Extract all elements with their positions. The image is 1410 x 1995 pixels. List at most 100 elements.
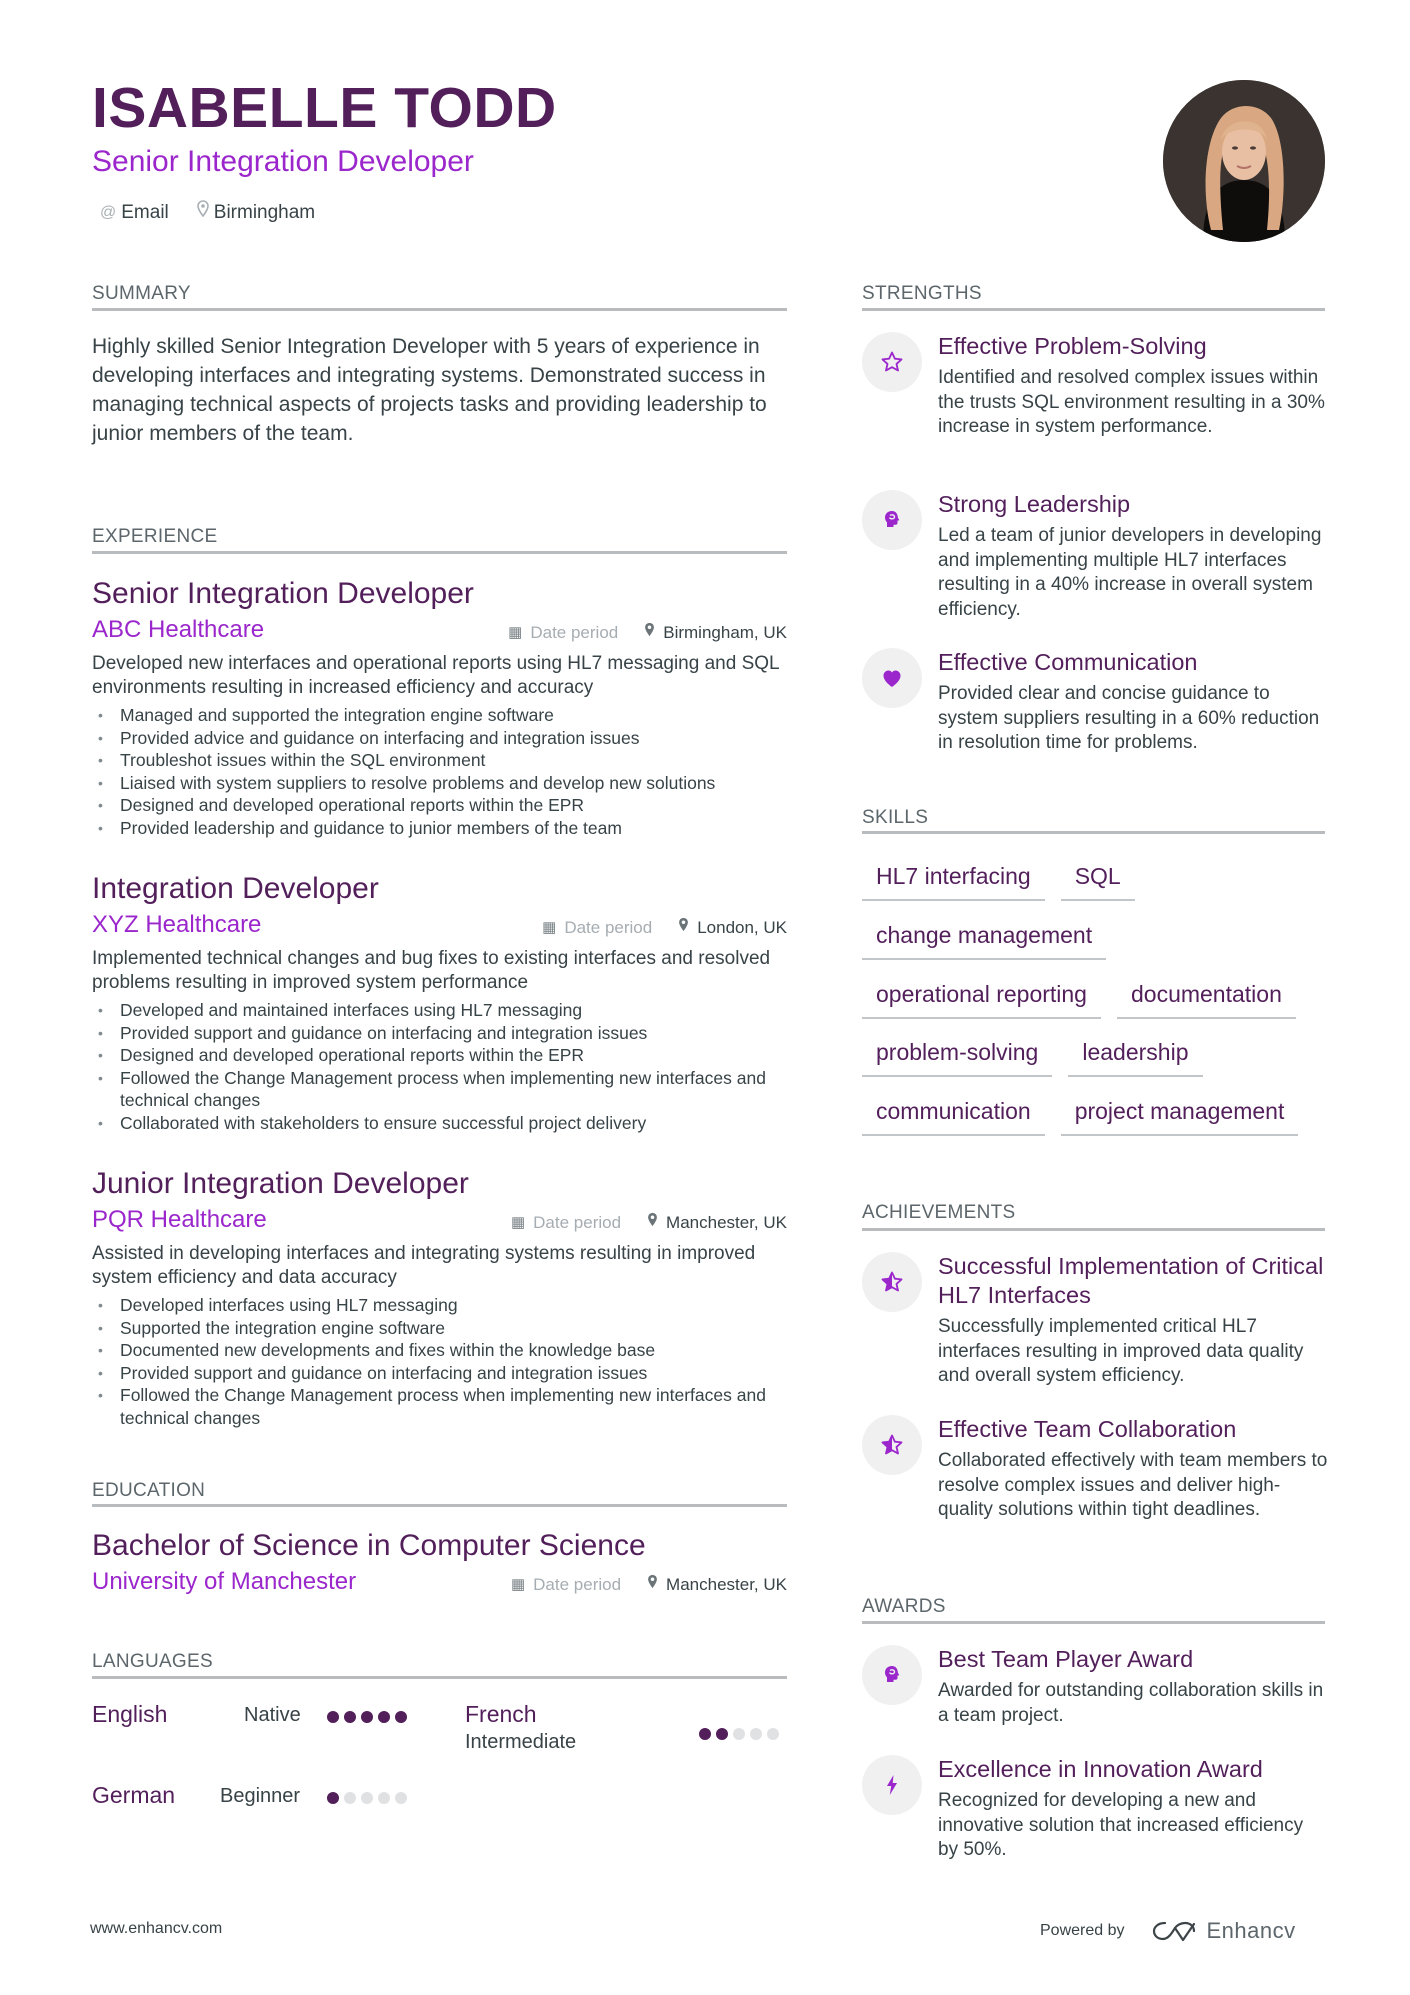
rating-dot-empty	[361, 1792, 373, 1804]
job-bullet: Troubleshot issues within the SQL enviro…	[92, 749, 787, 772]
skill-tag: operational reporting	[862, 980, 1101, 1019]
job-entry: Integration Developer XYZ Healthcare ▦ Da…	[92, 871, 787, 1135]
strength-icon-circle	[862, 332, 922, 392]
job-date-label: Date period	[564, 918, 653, 937]
award-description: Recognized for developing a new and inno…	[938, 1790, 1304, 1860]
job-bullet: Designed and developed operational repor…	[92, 1044, 787, 1067]
enhancv-brand-label: Enhancv	[1206, 1918, 1296, 1943]
job-bullet: Provided support and guidance on interfa…	[92, 1362, 787, 1385]
job-bullet: Provided support and guidance on interfa…	[92, 1022, 787, 1045]
skill-tag: documentation	[1116, 980, 1296, 1019]
strength-title: Strong Leadership	[938, 491, 1131, 517]
enhancv-logo-icon	[1152, 1921, 1195, 1942]
rating-dot-filled	[699, 1728, 711, 1740]
education-date-label: Date period	[533, 1575, 622, 1594]
award-title: Best Team Player Award	[938, 1646, 1194, 1672]
job-title: Junior Integration Developer	[92, 1167, 469, 1200]
contact-row: @ Email Birmingham	[100, 200, 315, 225]
award-icon-circle	[862, 1645, 922, 1705]
degree-title: Bachelor of Science in Computer Science	[92, 1529, 646, 1562]
job-description: Implemented technical changes and bug fi…	[92, 948, 771, 993]
job-date-label: Date period	[530, 623, 619, 642]
job-meta: ▦ Date period Manchester, UK	[511, 1212, 787, 1234]
summary-text: Highly skilled Senior Integration Develo…	[92, 335, 767, 445]
head-brain-icon	[885, 511, 900, 527]
language-name: English	[92, 1701, 168, 1727]
achievement-description: Successfully implemented critical HL7 in…	[938, 1316, 1304, 1386]
skill-tag: SQL	[1060, 862, 1135, 901]
education-heading: EDUCATION	[92, 1480, 206, 1501]
rating-dot-filled	[395, 1711, 407, 1723]
language-name: German	[92, 1782, 176, 1808]
rating-dot-empty	[750, 1728, 762, 1740]
candidate-title: Senior Integration Developer	[92, 145, 474, 178]
skills-row: problem-solving leadership	[862, 1038, 1325, 1077]
job-location: Birmingham, UK	[644, 622, 787, 644]
language-level: Beginner	[220, 1785, 301, 1807]
skills-row: HL7 interfacing SQL	[862, 862, 1325, 901]
award-description: Awarded for outstanding collaboration sk…	[938, 1680, 1324, 1726]
candidate-name: ISABELLE TODD	[92, 76, 557, 140]
education-date: ▦ Date period	[511, 1574, 621, 1596]
achievements-divider	[862, 1228, 1325, 1231]
skill-tag: problem-solving	[862, 1038, 1053, 1077]
education-divider	[92, 1504, 787, 1507]
rating-dot-empty	[767, 1728, 779, 1740]
location-pin-icon	[644, 622, 655, 644]
strength-description: Led a team of junior developers in devel…	[938, 525, 1322, 620]
rating-dot-filled	[361, 1711, 373, 1723]
rating-dot-empty	[378, 1792, 390, 1804]
enhancv-brand[interactable]: Enhancv	[1151, 1918, 1296, 1944]
awards-divider	[862, 1621, 1325, 1624]
company-name: ABC Healthcare	[92, 616, 265, 643]
education-entry: Bachelor of Science in Computer Science …	[92, 1528, 787, 1600]
job-date: ▦ Date period	[508, 622, 618, 644]
contact-email[interactable]: @ Email	[100, 201, 169, 225]
footer-url-link[interactable]: www.enhancv.com	[90, 1920, 222, 1938]
calendar-icon: ▦	[510, 1576, 526, 1593]
job-location: Manchester, UK	[647, 1212, 787, 1234]
job-location-label: London, UK	[697, 918, 787, 937]
job-description: Developed new interfaces and operational…	[92, 653, 779, 698]
job-bullet: Developed and maintained interfaces usin…	[92, 999, 787, 1022]
rating-dot-filled	[344, 1711, 356, 1723]
strength-title: Effective Communication	[938, 649, 1198, 675]
strength-title: Effective Problem-Solving	[938, 333, 1207, 359]
education-location: Manchester, UK	[647, 1574, 787, 1596]
summary-divider	[92, 308, 787, 311]
job-bullet: Liaised with system suppliers to resolve…	[92, 772, 787, 795]
achievement-item: Successful Implementation of Critical HL…	[862, 1252, 1325, 1402]
job-bullet: Supported the integration engine softwar…	[92, 1317, 787, 1340]
strength-item: Strong Leadership Led a team of junior d…	[862, 490, 1325, 620]
location-pin-icon	[196, 200, 209, 225]
skills-heading: SKILLS	[862, 807, 929, 828]
skills-row: communication project management	[862, 1097, 1325, 1136]
skill-tag: HL7 interfacing	[862, 862, 1045, 901]
language-name: French	[465, 1701, 537, 1727]
star-half-icon	[881, 1434, 903, 1455]
job-location-label: Birmingham, UK	[663, 623, 787, 642]
strength-item: Effective Communication Provided clear a…	[862, 648, 1325, 758]
job-entry: Junior Integration Developer PQR Healthc…	[92, 1166, 787, 1430]
award-item: Excellence in Innovation Award Recognize…	[862, 1755, 1325, 1875]
star-half-icon	[881, 1271, 903, 1292]
job-bullet: Collaborated with stakeholders to ensure…	[92, 1112, 787, 1135]
strength-item: Effective Problem-Solving Identified and…	[862, 332, 1325, 462]
skill-tag: leadership	[1068, 1038, 1203, 1077]
rating-dot-filled	[327, 1711, 339, 1723]
skill-tag: change management	[862, 921, 1107, 960]
job-meta: ▦ Date period London, UK	[542, 917, 787, 939]
award-icon-circle	[862, 1755, 922, 1815]
achievements-heading: ACHIEVEMENTS	[862, 1202, 1016, 1223]
job-bullets: Developed and maintained interfaces usin…	[92, 999, 787, 1135]
job-bullet: Developed interfaces using HL7 messaging	[92, 1294, 787, 1317]
at-icon: @	[100, 203, 117, 221]
job-location: London, UK	[678, 917, 787, 939]
achievement-icon-circle	[862, 1252, 922, 1312]
contact-location: Birmingham	[196, 200, 315, 225]
education-location-label: Manchester, UK	[666, 1575, 787, 1594]
rating-dot-empty	[395, 1792, 407, 1804]
education-meta: ▦ Date period Manchester, UK	[511, 1574, 787, 1596]
job-date: ▦ Date period	[542, 917, 652, 939]
job-title: Senior Integration Developer	[92, 577, 474, 610]
